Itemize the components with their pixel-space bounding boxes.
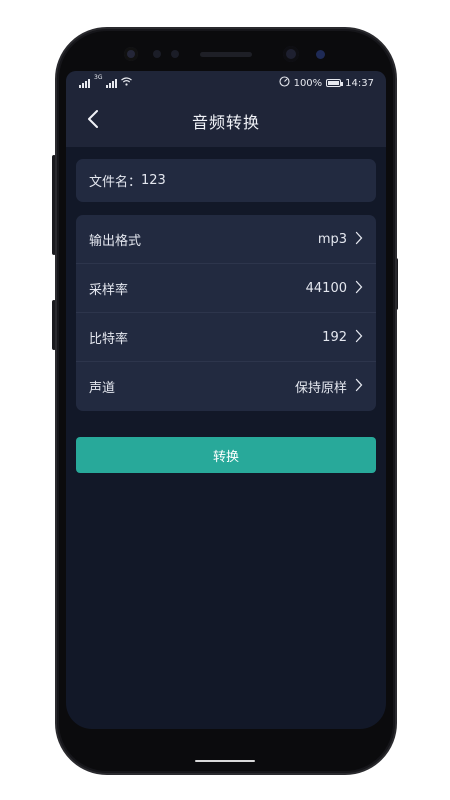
speedometer-icon bbox=[279, 76, 290, 90]
setting-row-bit-rate[interactable]: 比特率 192 bbox=[76, 313, 376, 362]
back-button[interactable] bbox=[80, 108, 106, 134]
proximity-sensor bbox=[153, 50, 161, 58]
setting-row-sample-rate[interactable]: 采样率 44100 bbox=[76, 264, 376, 313]
setting-value: 保持原样 bbox=[294, 381, 347, 396]
setting-label: 比特率 bbox=[89, 331, 129, 347]
setting-label: 声道 bbox=[89, 381, 116, 396]
setting-value: 192 bbox=[322, 329, 347, 345]
earpiece-speaker bbox=[200, 52, 252, 57]
bottom-edge-highlight bbox=[195, 760, 255, 762]
setting-value: 44100 bbox=[305, 280, 347, 296]
chevron-right-icon bbox=[355, 279, 363, 298]
filename-value: 123 bbox=[141, 173, 166, 188]
signal-icon bbox=[79, 78, 90, 88]
chevron-right-icon bbox=[355, 377, 363, 396]
signal-icon bbox=[106, 78, 118, 88]
chevron-left-icon bbox=[86, 109, 100, 133]
setting-label: 输出格式 bbox=[89, 233, 142, 249]
wifi-icon bbox=[121, 77, 133, 89]
light-sensor bbox=[171, 50, 179, 58]
setting-label: 采样率 bbox=[89, 282, 129, 298]
clock: 14:37 bbox=[345, 77, 374, 89]
settings-list: 输出格式 mp3 采样率 44100 比特率 192 声道 保持原样 bbox=[76, 215, 376, 411]
iris-sensor bbox=[124, 47, 138, 61]
app-bar: 音频转换 bbox=[66, 95, 386, 147]
setting-row-output-format[interactable]: 输出格式 mp3 bbox=[76, 215, 376, 264]
setting-value: mp3 bbox=[317, 231, 347, 247]
front-camera bbox=[283, 46, 299, 62]
iris-camera bbox=[316, 50, 325, 59]
convert-button[interactable]: 转换 bbox=[76, 437, 376, 473]
chevron-right-icon bbox=[355, 230, 363, 249]
status-bar: 3G 100% 14:37 bbox=[66, 71, 386, 95]
setting-row-channel[interactable]: 声道 保持原样 bbox=[76, 362, 376, 411]
network-type: 3G bbox=[94, 74, 103, 81]
battery-icon bbox=[326, 79, 344, 87]
filename-card: 文件名： 123 bbox=[76, 159, 376, 202]
app-screen: 3G 100% 14:37 音频转换 文件名： 123 输出格式 mp3 采样率… bbox=[66, 71, 386, 729]
chevron-right-icon bbox=[355, 328, 363, 347]
page-title: 音频转换 bbox=[191, 113, 260, 132]
battery-percent: 100% bbox=[293, 77, 323, 89]
filename-label: 文件名： bbox=[89, 175, 142, 190]
